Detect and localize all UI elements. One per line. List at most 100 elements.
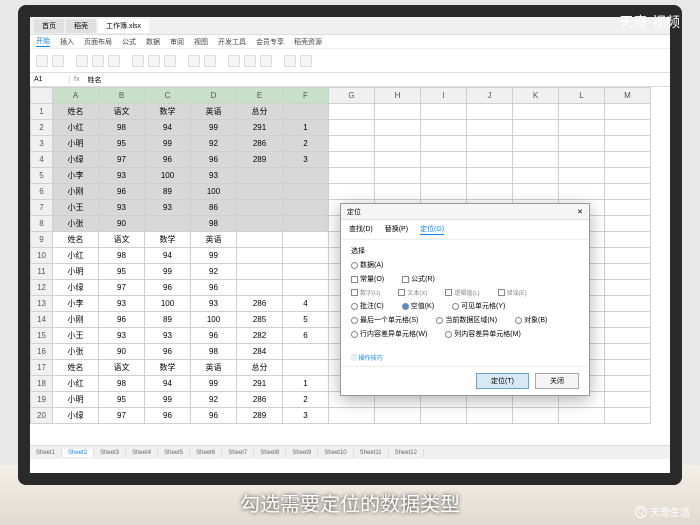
cell[interactable]	[605, 104, 651, 120]
cell[interactable]: 小红	[53, 248, 99, 264]
cell[interactable]: 92	[191, 136, 237, 152]
dialog-tab[interactable]: 查找(D)	[349, 224, 373, 235]
cell[interactable]	[467, 184, 513, 200]
cell[interactable]: 小李	[53, 296, 99, 312]
cell[interactable]	[283, 216, 329, 232]
cell[interactable]: 291	[237, 376, 283, 392]
cell[interactable]: 97	[99, 280, 145, 296]
cell[interactable]: 282	[237, 328, 283, 344]
cell[interactable]	[421, 120, 467, 136]
col-header[interactable]: M	[605, 88, 651, 104]
cell[interactable]: 89	[145, 312, 191, 328]
cell[interactable]	[421, 152, 467, 168]
cell[interactable]: 94	[145, 248, 191, 264]
cell[interactable]: 90	[99, 216, 145, 232]
cell[interactable]: 99	[191, 120, 237, 136]
cell[interactable]	[605, 344, 651, 360]
cell[interactable]: 96	[191, 328, 237, 344]
row-header[interactable]: 9	[31, 232, 53, 248]
cell[interactable]: 99	[145, 392, 191, 408]
cell[interactable]: 2	[283, 136, 329, 152]
col-header[interactable]: H	[375, 88, 421, 104]
cell[interactable]: 5	[283, 312, 329, 328]
cell[interactable]	[329, 120, 375, 136]
cell[interactable]	[283, 360, 329, 376]
cell[interactable]: 93	[99, 168, 145, 184]
row-header[interactable]: 18	[31, 376, 53, 392]
cell[interactable]: 98	[99, 376, 145, 392]
opt-coldiff[interactable]: 列内容差异单元格(M)	[445, 329, 521, 339]
cell[interactable]: 98	[191, 344, 237, 360]
row-header[interactable]: 17	[31, 360, 53, 376]
dialog-tab[interactable]: 替换(P)	[385, 224, 408, 235]
wrap-icon[interactable]	[204, 55, 216, 67]
sum-icon[interactable]	[228, 55, 240, 67]
merge-icon[interactable]	[188, 55, 200, 67]
cell[interactable]	[513, 184, 559, 200]
cell[interactable]	[283, 264, 329, 280]
cell[interactable]: 289	[237, 408, 283, 424]
fx-icon[interactable]: fx	[70, 76, 83, 83]
cell[interactable]	[237, 280, 283, 296]
cell[interactable]: 语文	[99, 232, 145, 248]
cell[interactable]: 小刚	[53, 184, 99, 200]
dialog-tabs[interactable]: 查找(D) 替换(P) 定位(G)	[341, 220, 589, 240]
doc-tab[interactable]: 首页	[34, 19, 64, 33]
cell[interactable]: 姓名	[53, 360, 99, 376]
cell[interactable]: 4	[283, 296, 329, 312]
cell[interactable]	[375, 152, 421, 168]
menu-item[interactable]: 视图	[194, 37, 208, 47]
cell[interactable]	[421, 408, 467, 424]
cell[interactable]	[329, 136, 375, 152]
cell[interactable]: 93	[99, 296, 145, 312]
cell[interactable]	[605, 120, 651, 136]
cell[interactable]	[467, 136, 513, 152]
cell[interactable]	[559, 184, 605, 200]
cell[interactable]	[283, 200, 329, 216]
cell[interactable]: 2	[283, 392, 329, 408]
cell[interactable]	[467, 120, 513, 136]
cell[interactable]	[513, 120, 559, 136]
cell[interactable]: 286	[237, 296, 283, 312]
cell[interactable]: 92	[191, 264, 237, 280]
sheet-tab[interactable]: Sheet6	[190, 449, 222, 457]
opt-visible[interactable]: 可见单元格(Y)	[452, 301, 505, 311]
col-header[interactable]: A	[53, 88, 99, 104]
sort-icon[interactable]	[260, 55, 272, 67]
doc-tab-active[interactable]: 工作簿.xlsx	[98, 19, 149, 33]
cell[interactable]	[375, 136, 421, 152]
cell[interactable]	[237, 216, 283, 232]
cell[interactable]	[329, 184, 375, 200]
col-header[interactable]: J	[467, 88, 513, 104]
cell[interactable]: 小张	[53, 344, 99, 360]
cell[interactable]: 6	[283, 328, 329, 344]
cell[interactable]: 100	[191, 312, 237, 328]
menu-bar[interactable]: 开始 插入 页面布局 公式 数据 审阅 视图 开发工具 会员专享 稻壳资源	[30, 35, 670, 49]
row-header[interactable]: 20	[31, 408, 53, 424]
cell[interactable]: 100	[145, 296, 191, 312]
dialog-titlebar[interactable]: 定位 ✕	[341, 204, 589, 220]
cell[interactable]: 95	[99, 136, 145, 152]
cell[interactable]: 小李	[53, 168, 99, 184]
cell[interactable]: 数学	[145, 104, 191, 120]
row-header[interactable]: 4	[31, 152, 53, 168]
cell[interactable]: 93	[145, 328, 191, 344]
cell[interactable]: 96	[145, 408, 191, 424]
sheet-tab[interactable]: Sheet8	[254, 449, 286, 457]
cell[interactable]	[605, 328, 651, 344]
cell[interactable]	[513, 168, 559, 184]
cell[interactable]: 数学	[145, 232, 191, 248]
cell[interactable]: 小明	[53, 136, 99, 152]
cell[interactable]: 96	[191, 280, 237, 296]
cell[interactable]: 3	[283, 408, 329, 424]
opt-object[interactable]: 对象(B)	[515, 315, 547, 325]
cell[interactable]: 英语	[191, 232, 237, 248]
row-header[interactable]: 12	[31, 280, 53, 296]
cell[interactable]	[605, 136, 651, 152]
col-header[interactable]: K	[513, 88, 559, 104]
cell[interactable]: 小王	[53, 200, 99, 216]
cell[interactable]	[467, 152, 513, 168]
cell[interactable]: 语文	[99, 360, 145, 376]
cell[interactable]	[421, 136, 467, 152]
close-icon[interactable]: ✕	[577, 208, 583, 216]
